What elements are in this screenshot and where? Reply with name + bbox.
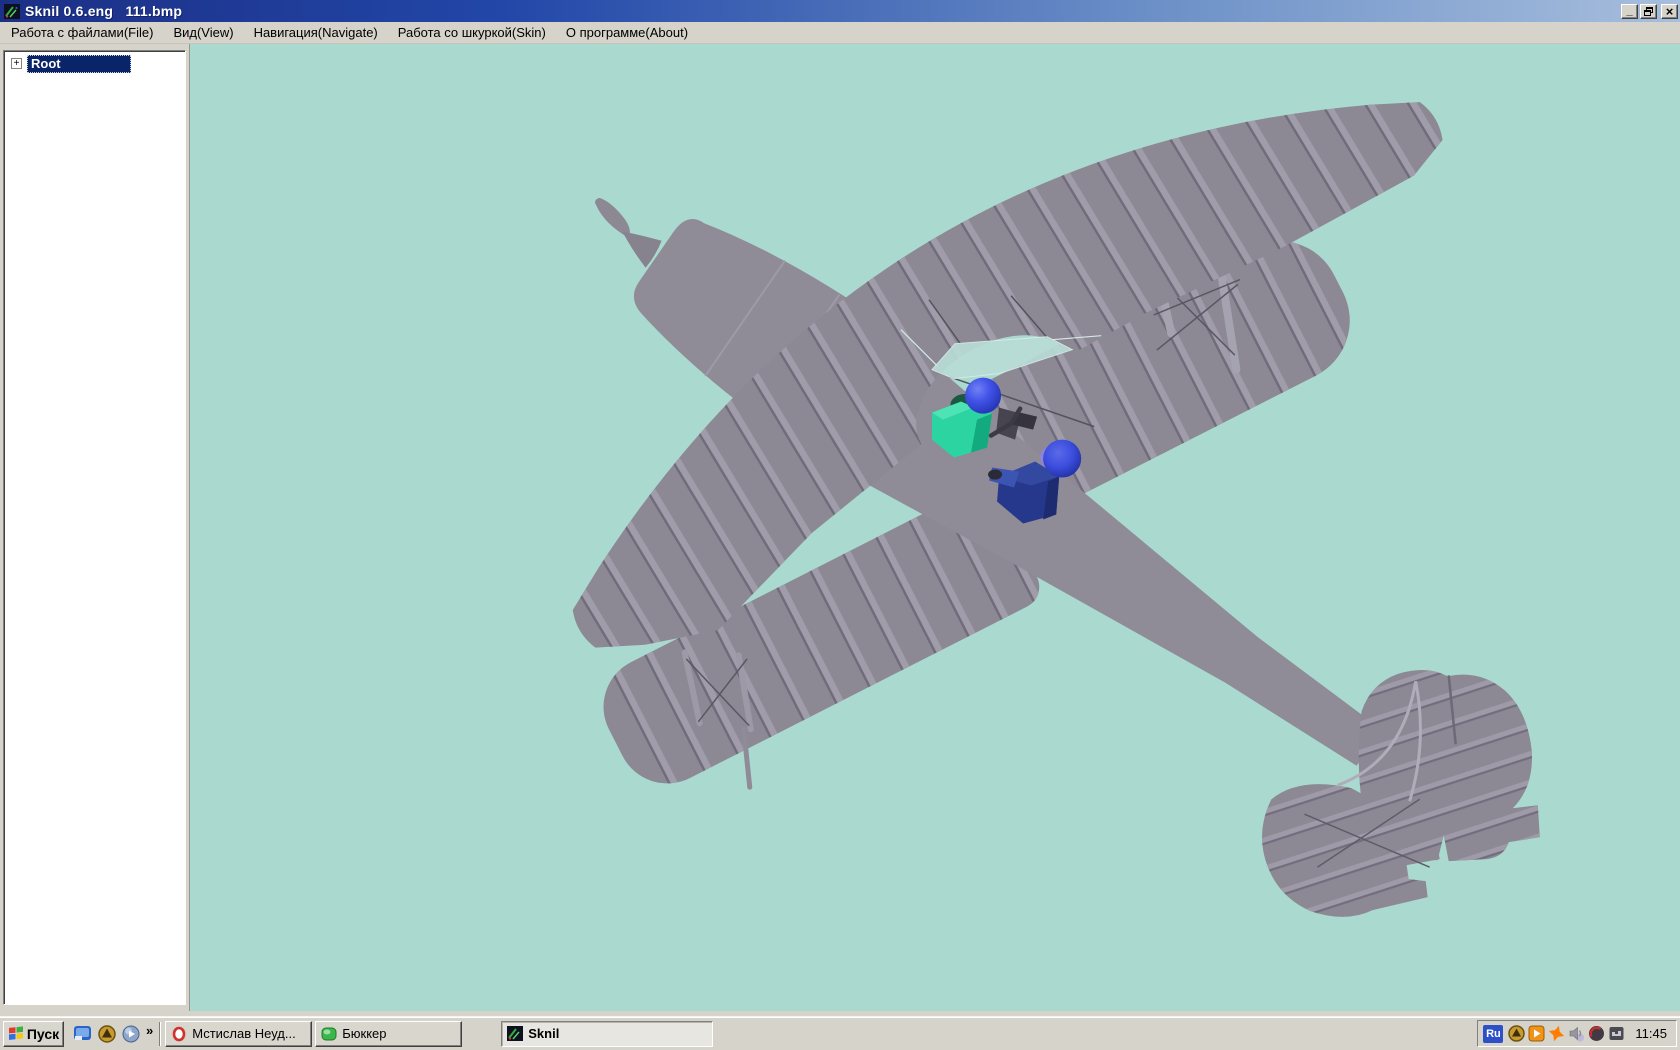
antivirus-ball-icon[interactable]: [1588, 1025, 1605, 1042]
menu-about[interactable]: О программе(About): [556, 23, 698, 43]
language-indicator[interactable]: Ru: [1483, 1024, 1504, 1043]
taskbar-divider: [159, 1021, 162, 1046]
media-player-icon[interactable]: [120, 1023, 141, 1044]
menu-file[interactable]: Работа с файлами(File): [1, 23, 163, 43]
taskbar-button-sknil[interactable]: Sknil: [501, 1020, 714, 1047]
airplane-model: [572, 102, 1540, 917]
menu-view[interactable]: Вид(View): [163, 23, 243, 43]
sknil-app-icon: [507, 1026, 524, 1041]
daemon-tools-tray-icon[interactable]: [1508, 1025, 1526, 1042]
tree-item-label[interactable]: Root: [27, 54, 131, 73]
restore-button[interactable]: [1640, 3, 1657, 19]
clock: 11:45: [1635, 1026, 1667, 1041]
show-desktop-icon[interactable]: [72, 1023, 93, 1044]
screen: Sknil 0.6.eng 111.bmp _ × Работа с файла…: [0, 0, 1680, 1050]
sknil-app-icon: [4, 3, 20, 19]
menu-bar: Работа с файлами(File) Вид(View) Навигац…: [0, 22, 1680, 44]
tree-panel[interactable]: + Root: [3, 50, 186, 1005]
daemon-tools-icon[interactable]: [96, 1023, 117, 1044]
window-title: Sknil 0.6.eng 111.bmp: [25, 3, 183, 19]
taskbar-button-opera[interactable]: Мстислав Неуд...: [165, 1020, 313, 1047]
media-play-tray-icon[interactable]: [1528, 1025, 1545, 1042]
front-pilot-head: [965, 377, 1002, 414]
menu-navigate[interactable]: Навигация(Navigate): [244, 23, 388, 43]
system-utility-icon[interactable]: [1608, 1025, 1625, 1042]
expand-icon[interactable]: +: [11, 58, 22, 69]
close-button[interactable]: ×: [1661, 3, 1678, 19]
windows-logo-icon: [8, 1026, 23, 1040]
model-canvas[interactable]: [190, 44, 1680, 1011]
bukker-app-icon: [321, 1027, 337, 1040]
tree-item-root[interactable]: + Root: [4, 54, 185, 73]
restore-icon: [1644, 6, 1653, 16]
overflow-chevron[interactable]: »: [146, 1023, 153, 1038]
taskbar-button-bukker[interactable]: Бюккер: [315, 1020, 463, 1047]
sidebar: + Root: [0, 44, 189, 1011]
start-button[interactable]: Пуск: [3, 1020, 64, 1047]
title-bar[interactable]: Sknil 0.6.eng 111.bmp _ ×: [0, 0, 1680, 22]
minimize-button[interactable]: _: [1621, 3, 1638, 19]
volume-icon[interactable]: [1568, 1025, 1585, 1042]
app-window: Sknil 0.6.eng 111.bmp _ × Работа с файла…: [0, 0, 1680, 1016]
opera-icon: [171, 1026, 187, 1041]
system-tray: Ru 11:45: [1477, 1020, 1677, 1047]
taskbar: Пуск » Мстислав Неуд... Бюккер Sknil Ru …: [0, 1016, 1680, 1050]
quick-launch: »: [72, 1023, 155, 1044]
model-viewport[interactable]: [189, 44, 1680, 1011]
propeller: [595, 197, 662, 268]
avast-antivirus-icon[interactable]: [1548, 1025, 1565, 1042]
menu-skin[interactable]: Работа со шкуркой(Skin): [388, 23, 556, 43]
rear-pilot-head: [1043, 439, 1082, 478]
